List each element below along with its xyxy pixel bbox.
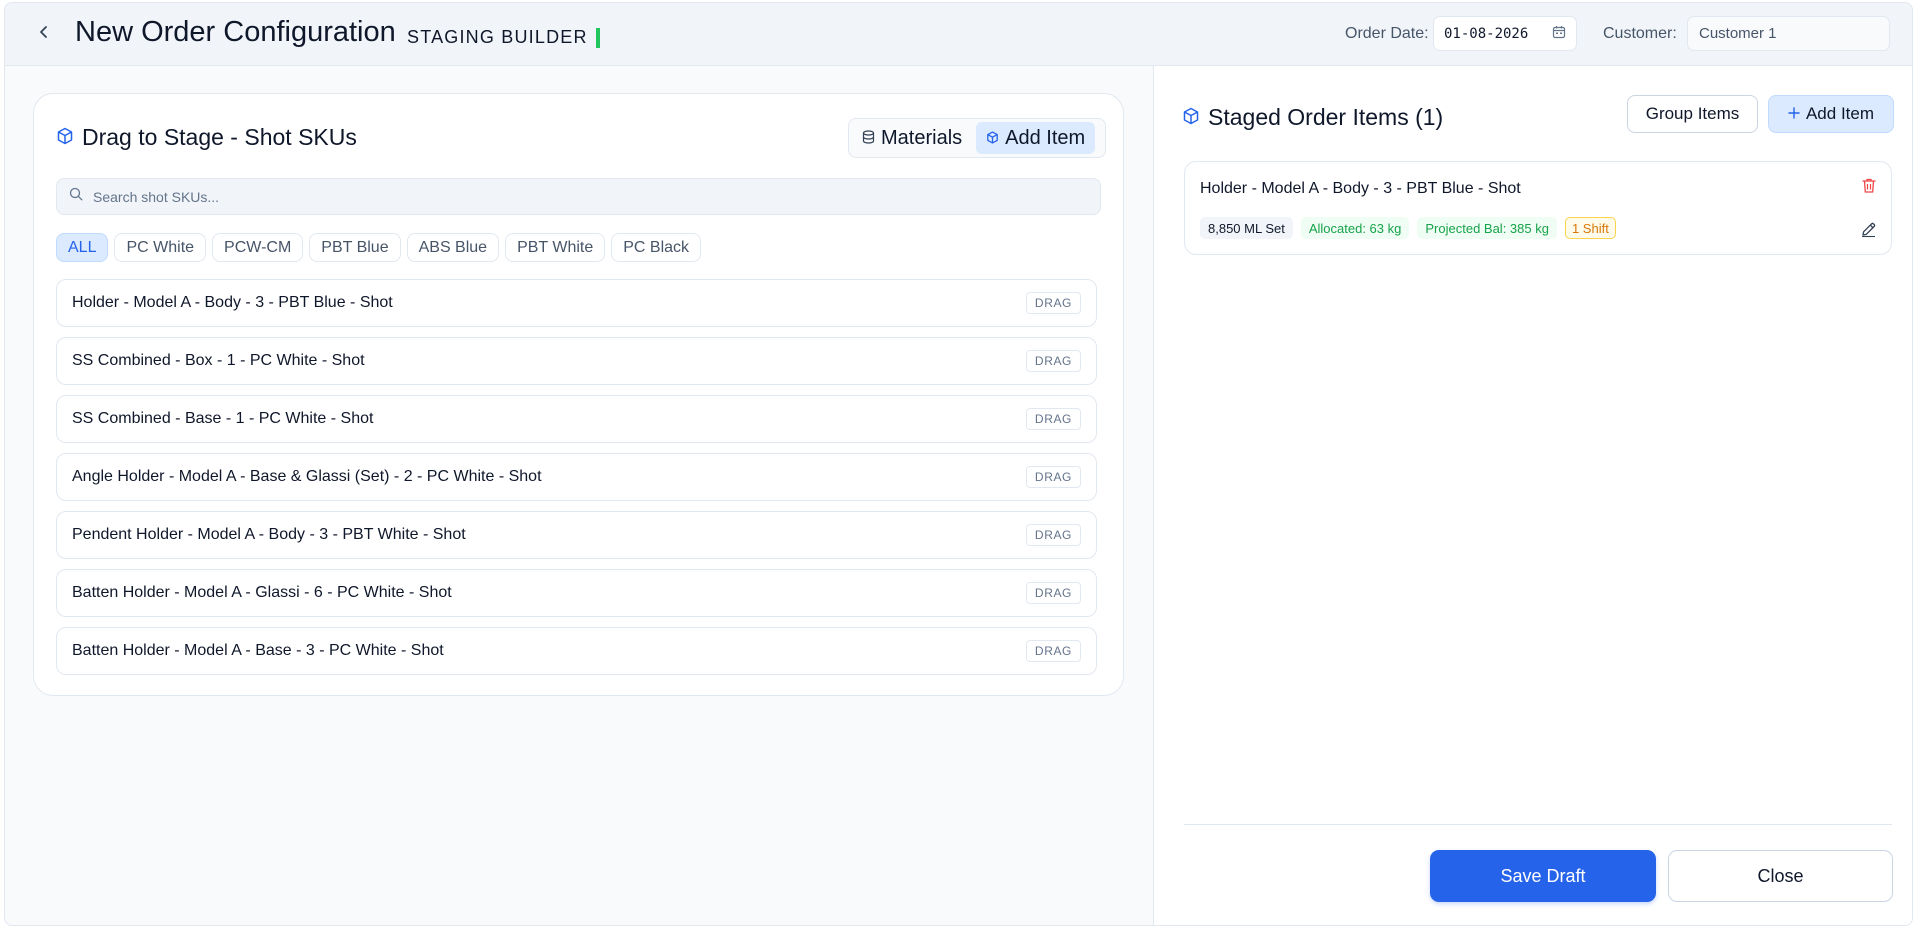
sku-list-item[interactable]: Holder - Model A - Body - 3 - PBT Blue -… <box>56 279 1097 327</box>
group-items-button[interactable]: Group Items <box>1627 95 1758 133</box>
customer-value: Customer 1 <box>1699 25 1777 42</box>
header-bar: New Order Configuration STAGING BUILDER … <box>5 3 1912 66</box>
cube-icon <box>1182 104 1200 131</box>
back-button[interactable] <box>31 21 57 47</box>
set-badge: 8,850 ML Set <box>1200 217 1293 239</box>
search-icon <box>69 187 83 206</box>
drag-handle-tag[interactable]: DRAG <box>1025 350 1081 372</box>
staged-item-name: Holder - Model A - Body - 3 - PBT Blue -… <box>1200 180 1521 197</box>
sku-search-bar <box>56 178 1101 215</box>
material-filter-chips: ALL PC White PCW-CM PBT Blue ABS Blue PB… <box>56 233 702 262</box>
calendar-icon[interactable] <box>1552 25 1566 43</box>
sku-name: Batten Holder - Model A - Glassi - 6 - P… <box>72 584 452 601</box>
sku-list-item[interactable]: Batten Holder - Model A - Glassi - 6 - P… <box>56 569 1097 617</box>
add-item-button[interactable]: Add Item <box>1768 95 1894 133</box>
database-icon <box>862 127 875 150</box>
sku-source-panel: Drag to Stage - Shot SKUs Materials Add … <box>33 93 1124 696</box>
customer-label: Customer: <box>1603 25 1677 42</box>
drag-handle-tag[interactable]: DRAG <box>1025 524 1081 546</box>
subtitle-text: STAGING BUILDER <box>407 27 588 47</box>
filter-chip-all[interactable]: ALL <box>56 233 109 262</box>
sku-panel-header: Drag to Stage - Shot SKUs <box>56 124 357 151</box>
drag-handle-tag[interactable]: DRAG <box>1025 408 1081 430</box>
sku-list-item[interactable]: Angle Holder - Model A - Base & Glassi (… <box>56 453 1097 501</box>
pencil-icon[interactable] <box>1860 221 1877 243</box>
drag-handle-tag[interactable]: DRAG <box>1025 466 1081 488</box>
sku-panel-title: Drag to Stage - Shot SKUs <box>82 124 357 150</box>
filter-chip-abs-blue[interactable]: ABS Blue <box>406 233 500 262</box>
order-date-value: 01-08-2026 <box>1444 25 1529 42</box>
sku-name: Pendent Holder - Model A - Body - 3 - PB… <box>72 526 466 543</box>
add-item-toggle-label: Add Item <box>1005 126 1086 149</box>
close-button[interactable]: Close <box>1668 850 1893 902</box>
sku-name: SS Combined - Base - 1 - PC White - Shot <box>72 410 374 427</box>
sku-name: Angle Holder - Model A - Base & Glassi (… <box>72 468 542 485</box>
cube-icon <box>56 124 74 151</box>
projected-balance-badge: Projected Bal: 385 kg <box>1417 217 1557 239</box>
status-indicator-bar <box>595 27 600 48</box>
save-draft-button[interactable]: Save Draft <box>1430 850 1656 902</box>
filter-chip-pbt-blue[interactable]: PBT Blue <box>309 233 401 262</box>
order-date-field[interactable]: 01-08-2026 <box>1433 16 1577 51</box>
staged-item-badges: 8,850 ML Set Allocated: 63 kg Projected … <box>1200 217 1616 239</box>
filter-chip-pcw-cm[interactable]: PCW-CM <box>212 233 304 262</box>
order-date-label: Order Date: <box>1345 25 1429 42</box>
customer-field[interactable]: Customer 1 <box>1687 16 1890 51</box>
staged-items-panel: Staged Order Items (1) Group Items Add I… <box>1153 66 1912 925</box>
drag-handle-tag[interactable]: DRAG <box>1025 292 1081 314</box>
add-item-label: Add Item <box>1805 104 1875 123</box>
drag-handle-tag[interactable]: DRAG <box>1025 582 1081 604</box>
add-item-toggle-button[interactable]: Add Item <box>976 122 1096 154</box>
materials-label: Materials <box>881 126 963 149</box>
trash-icon[interactable] <box>1861 177 1877 199</box>
sku-list-item[interactable]: SS Combined - Box - 1 - PC White - Shot … <box>56 337 1097 385</box>
staged-panel-header: Staged Order Items (1) <box>1182 104 1443 131</box>
footer-divider <box>1184 824 1892 825</box>
page-title: New Order Configuration <box>75 16 396 48</box>
filter-chip-pc-black[interactable]: PC Black <box>611 233 702 262</box>
sku-list-item[interactable]: Pendent Holder - Model A - Body - 3 - PB… <box>56 511 1097 559</box>
plus-icon <box>1788 104 1800 124</box>
staged-item-card[interactable]: Holder - Model A - Body - 3 - PBT Blue -… <box>1184 161 1892 255</box>
sku-search-input[interactable] <box>93 188 1088 205</box>
staged-panel-title: Staged Order Items (1) <box>1208 104 1444 130</box>
sku-name: SS Combined - Box - 1 - PC White - Shot <box>72 352 365 369</box>
drag-handle-tag[interactable]: DRAG <box>1025 640 1081 662</box>
sku-name: Batten Holder - Model A - Base - 3 - PC … <box>72 642 444 659</box>
materials-toggle-button[interactable]: Materials <box>852 122 972 154</box>
source-toggle: Materials Add Item <box>848 118 1106 158</box>
sku-list-item[interactable]: SS Combined - Base - 1 - PC White - Shot… <box>56 395 1097 443</box>
filter-chip-pbt-white[interactable]: PBT White <box>505 233 606 262</box>
sku-name: Holder - Model A - Body - 3 - PBT Blue -… <box>72 294 393 311</box>
sku-list-item[interactable]: Batten Holder - Model A - Base - 3 - PC … <box>56 627 1097 675</box>
page-subtitle: STAGING BUILDER <box>407 27 600 48</box>
chevron-left-icon <box>37 25 51 44</box>
cube-icon <box>986 127 999 150</box>
sku-list: Holder - Model A - Body - 3 - PBT Blue -… <box>56 279 1097 685</box>
shift-badge: 1 Shift <box>1564 217 1616 239</box>
filter-chip-pc-white[interactable]: PC White <box>114 233 207 262</box>
order-config-window: New Order Configuration STAGING BUILDER … <box>4 2 1913 926</box>
allocated-badge: Allocated: 63 kg <box>1300 217 1410 239</box>
